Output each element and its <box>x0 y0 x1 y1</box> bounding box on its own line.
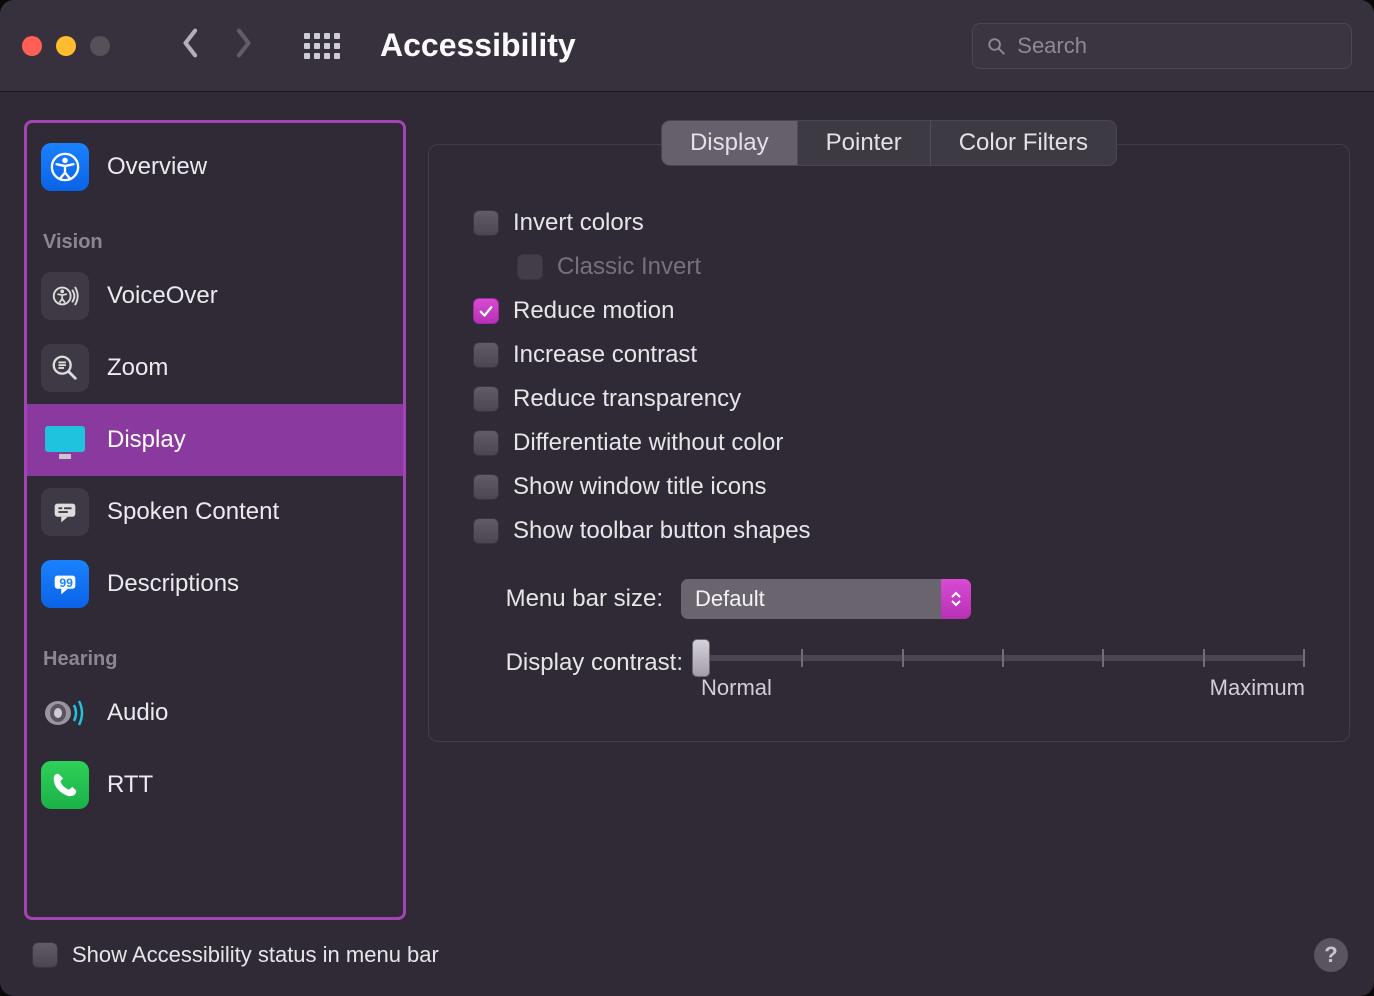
menubar-size-row: Menu bar size: Default <box>473 579 1305 619</box>
nav-controls <box>180 26 254 66</box>
sidebar-item-audio[interactable]: Audio <box>27 677 403 749</box>
zoom-button[interactable] <box>90 36 110 56</box>
checkbox-icon <box>473 210 499 236</box>
menubar-size-label: Menu bar size: <box>473 585 663 613</box>
sidebar-item-label: VoiceOver <box>107 282 218 310</box>
checkbox-label: Increase contrast <box>513 341 697 369</box>
forward-button[interactable] <box>232 26 254 66</box>
checkbox-icon <box>473 298 499 324</box>
display-contrast-label: Display contrast: <box>473 649 683 677</box>
minimize-button[interactable] <box>56 36 76 56</box>
checkbox-reduce-motion[interactable]: Reduce motion <box>473 289 1305 333</box>
checkbox-increase-contrast[interactable]: Increase contrast <box>473 333 1305 377</box>
tab-color-filters[interactable]: Color Filters <box>930 121 1116 165</box>
sidebar-item-label: Audio <box>107 699 168 727</box>
help-button[interactable]: ? <box>1314 938 1348 972</box>
titlebar: Accessibility <box>0 0 1374 92</box>
sidebar-section-hearing: Hearing <box>27 620 403 677</box>
checkbox-label: Differentiate without color <box>513 429 783 457</box>
sidebar-item-label: Descriptions <box>107 570 239 598</box>
display-options-panel: Invert colors Classic Invert Reduce moti… <box>428 144 1350 742</box>
checkbox-label: Reduce transparency <box>513 385 741 413</box>
checkbox-reduce-transparency[interactable]: Reduce transparency <box>473 377 1305 421</box>
checkbox-classic-invert: Classic Invert <box>517 245 1305 289</box>
window-controls <box>22 36 110 56</box>
sidebar-item-descriptions[interactable]: 99 Descriptions <box>27 548 403 620</box>
svg-text:99: 99 <box>59 576 73 590</box>
page-title: Accessibility <box>380 27 576 64</box>
sidebar-section-vision: Vision <box>27 203 403 260</box>
display-icon <box>41 416 89 464</box>
display-contrast-row: Display contrast: Normal Maximum <box>473 649 1305 701</box>
search-icon <box>987 36 1005 56</box>
tab-pointer[interactable]: Pointer <box>797 121 930 165</box>
rtt-icon <box>41 761 89 809</box>
slider-thumb[interactable] <box>692 639 710 677</box>
footer-checkbox-label: Show Accessibility status in menu bar <box>72 942 439 968</box>
show-all-icon[interactable] <box>304 33 340 59</box>
checkbox-icon <box>473 474 499 500</box>
checkbox-toolbar-shapes[interactable]: Show toolbar button shapes <box>473 509 1305 553</box>
tab-display[interactable]: Display <box>662 121 797 165</box>
checkbox-icon <box>473 386 499 412</box>
checkbox-icon <box>473 342 499 368</box>
close-button[interactable] <box>22 36 42 56</box>
sidebar: Overview Vision VoiceOver Zoom Displa <box>24 120 406 920</box>
slider-max-label: Maximum <box>1210 675 1305 701</box>
select-value: Default <box>695 586 765 612</box>
search-input[interactable] <box>1017 33 1337 59</box>
checkbox-icon <box>473 430 499 456</box>
sidebar-item-label: Zoom <box>107 354 168 382</box>
accessibility-window: Accessibility Overview Vision <box>0 0 1374 996</box>
checkbox-label: Show window title icons <box>513 473 766 501</box>
sidebar-item-label: RTT <box>107 771 153 799</box>
voiceover-icon <box>41 272 89 320</box>
content-panel: Display Pointer Color Filters Invert col… <box>428 120 1350 920</box>
checkbox-window-title-icons[interactable]: Show window title icons <box>473 465 1305 509</box>
select-stepper-icon <box>941 579 971 619</box>
sidebar-item-label: Overview <box>107 153 207 181</box>
accessibility-icon <box>41 143 89 191</box>
zoom-icon <box>41 344 89 392</box>
spoken-content-icon <box>41 488 89 536</box>
sidebar-item-rtt[interactable]: RTT <box>27 749 403 821</box>
display-tabs: Display Pointer Color Filters <box>661 120 1117 166</box>
checkbox-invert-colors[interactable]: Invert colors <box>473 201 1305 245</box>
checkbox-differentiate[interactable]: Differentiate without color <box>473 421 1305 465</box>
sidebar-item-spoken-content[interactable]: Spoken Content <box>27 476 403 548</box>
sidebar-item-voiceover[interactable]: VoiceOver <box>27 260 403 332</box>
menubar-size-select[interactable]: Default <box>681 579 971 619</box>
descriptions-icon: 99 <box>41 560 89 608</box>
sidebar-item-zoom[interactable]: Zoom <box>27 332 403 404</box>
slider-ticks <box>701 649 1305 667</box>
sidebar-item-overview[interactable]: Overview <box>27 123 403 203</box>
checkbox-show-status[interactable] <box>32 942 58 968</box>
checkbox-label: Invert colors <box>513 209 644 237</box>
search-field[interactable] <box>972 23 1352 69</box>
checkbox-icon <box>473 518 499 544</box>
checkbox-icon <box>517 254 543 280</box>
sidebar-item-label: Display <box>107 426 186 454</box>
sidebar-item-label: Spoken Content <box>107 498 279 526</box>
display-contrast-slider[interactable] <box>701 655 1305 661</box>
checkbox-label: Show toolbar button shapes <box>513 517 811 545</box>
checkbox-label: Classic Invert <box>557 253 701 281</box>
sidebar-item-display[interactable]: Display <box>27 404 403 476</box>
checkbox-label: Reduce motion <box>513 297 674 325</box>
footer: Show Accessibility status in menu bar ? <box>0 920 1374 996</box>
slider-min-label: Normal <box>701 675 772 701</box>
audio-icon <box>41 689 89 737</box>
back-button[interactable] <box>180 26 202 66</box>
